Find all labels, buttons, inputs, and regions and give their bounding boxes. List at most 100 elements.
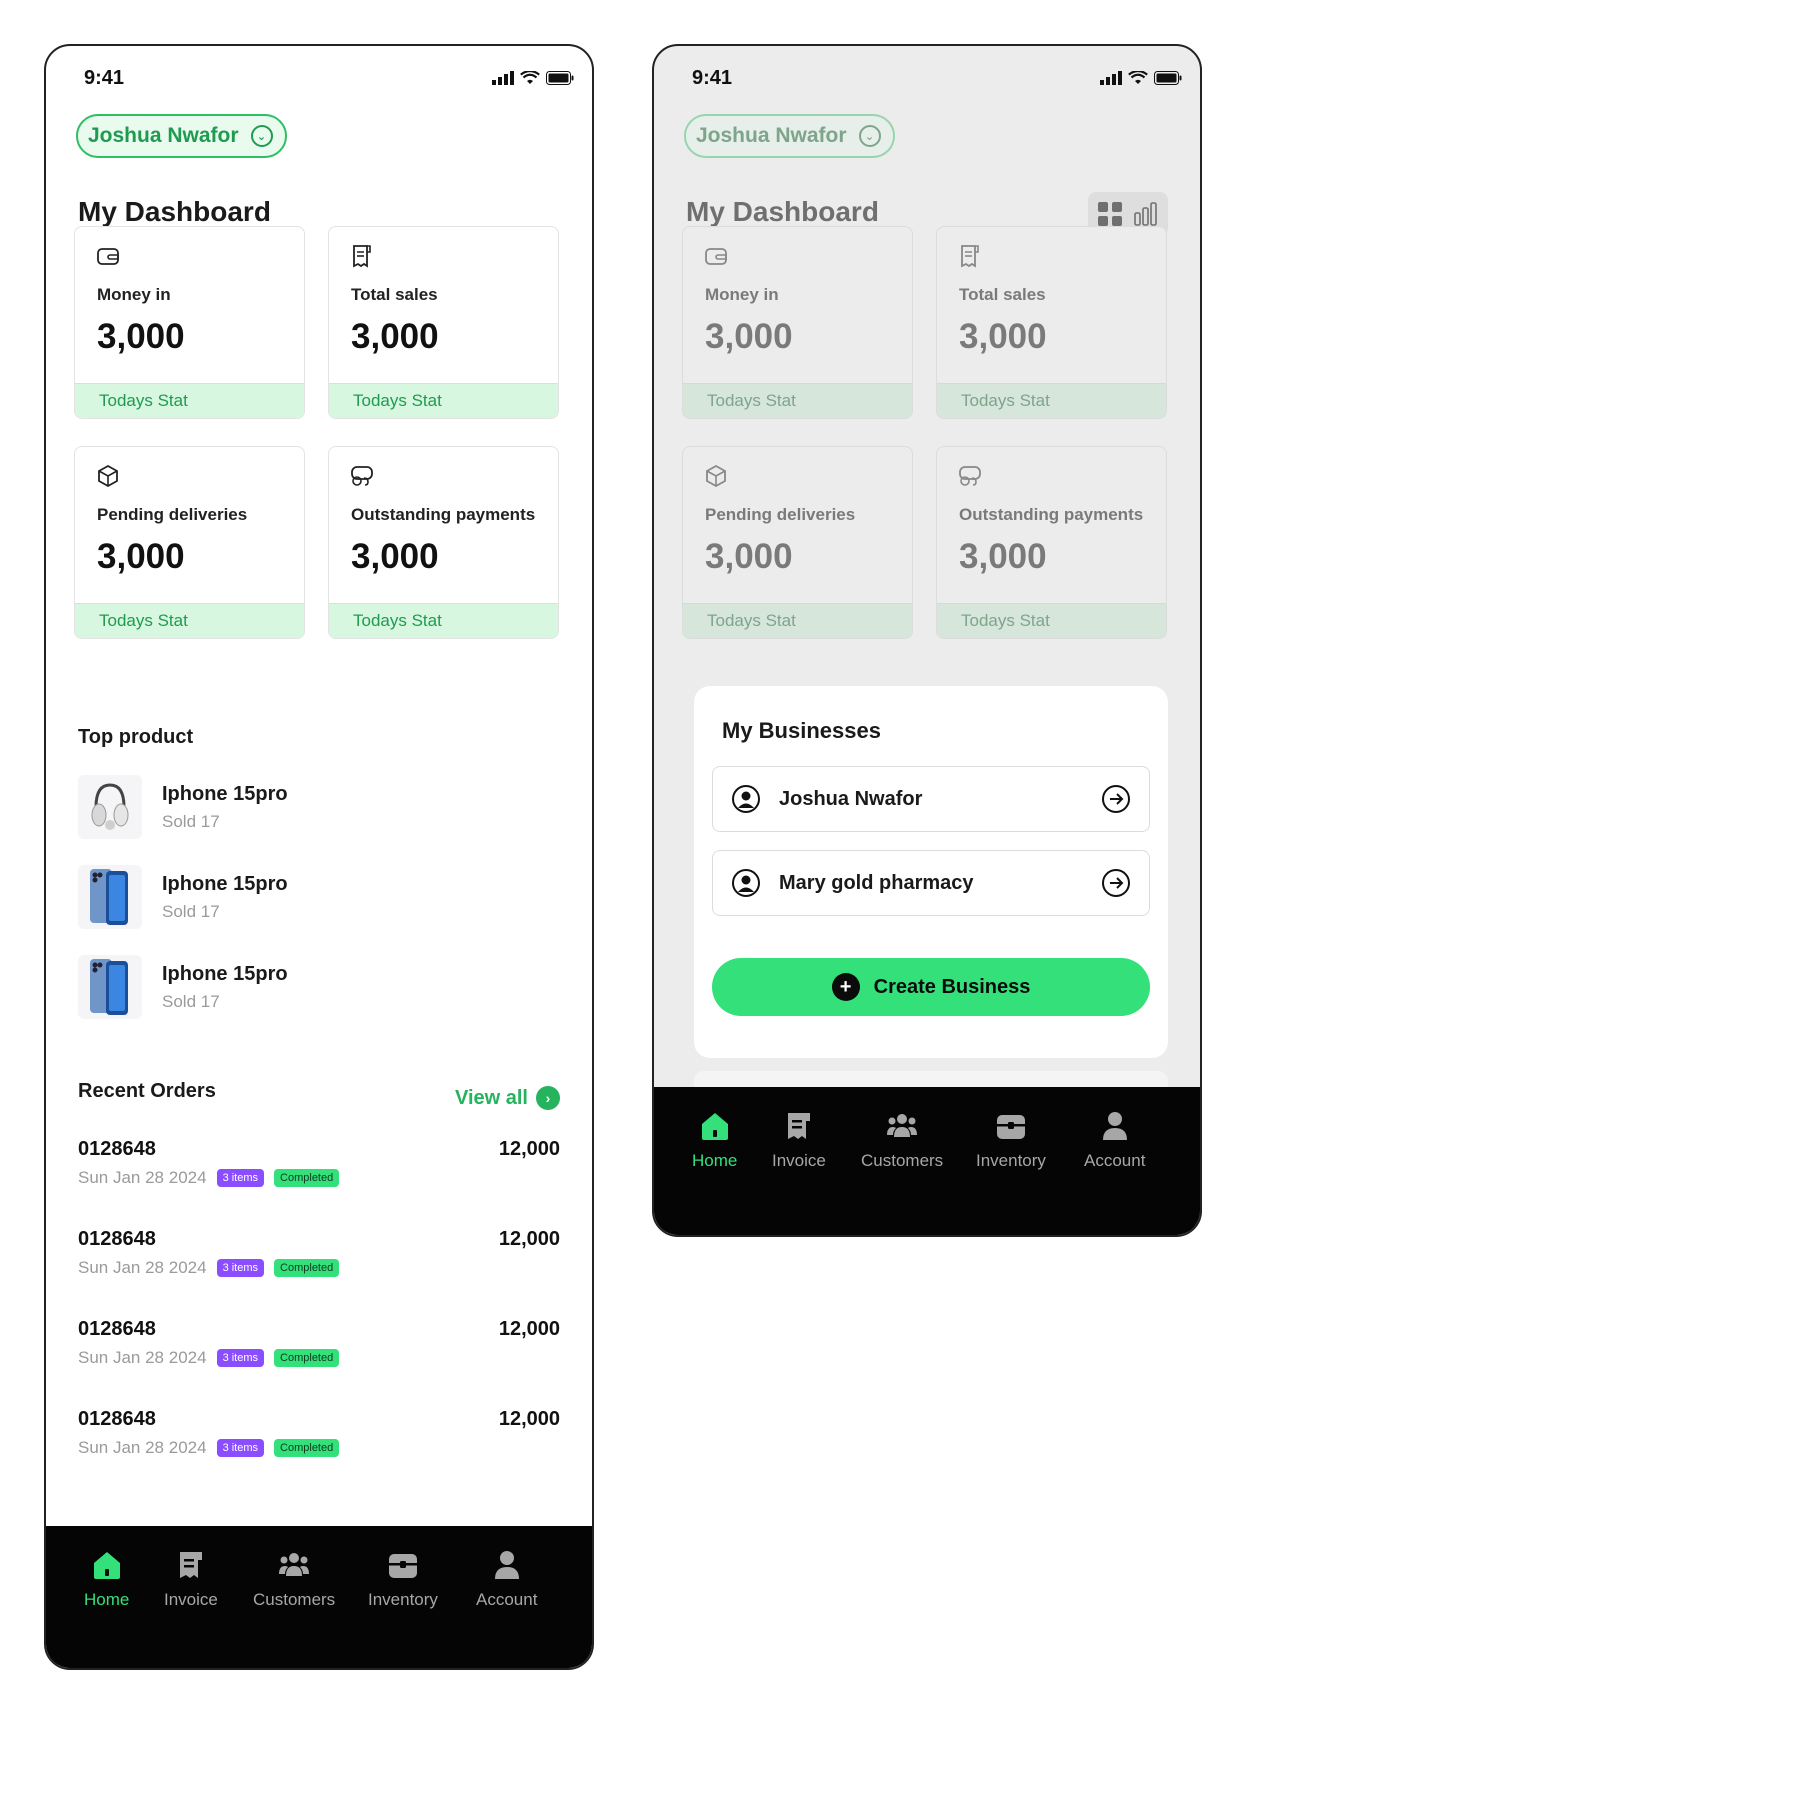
chevron-right-icon: › xyxy=(536,1086,560,1110)
bar-chart-icon[interactable] xyxy=(1133,201,1159,227)
tab-inventory[interactable]: Inventory xyxy=(368,1548,438,1610)
stat-value: 3,000 xyxy=(97,537,185,576)
top-product-title: Top product xyxy=(78,726,194,748)
chevron-down-icon: ⌄ xyxy=(250,125,273,147)
stat-footer: Todays Stat xyxy=(329,603,558,638)
box-icon xyxy=(706,464,726,488)
grid-view-icon[interactable] xyxy=(1097,201,1123,227)
order-row[interactable]: 0128648 12,000 Sun Jan 28 2024 3 items C… xyxy=(78,1138,560,1198)
tab-customers[interactable]: Customers xyxy=(253,1548,335,1610)
stat-card-total-sales[interactable]: Total sales 3,000 Todays Stat xyxy=(936,226,1167,419)
businesses-sheet: My Businesses Joshua Nwafor Mary gold ph… xyxy=(694,686,1168,1058)
customers-icon xyxy=(887,1114,918,1137)
order-row[interactable]: 0128648 12,000 Sun Jan 28 2024 3 items C… xyxy=(78,1228,560,1288)
wifi-icon xyxy=(1128,71,1148,84)
coins-icon xyxy=(959,466,981,486)
business-item[interactable]: Mary gold pharmacy xyxy=(712,850,1150,916)
tab-customers[interactable]: Customers xyxy=(861,1109,943,1171)
order-amount: 12,000 xyxy=(498,1408,560,1430)
headphones-image xyxy=(91,783,129,830)
stat-footer: Todays Stat xyxy=(683,383,912,418)
stat-label: Outstanding payments xyxy=(959,505,1144,524)
stat-value: 3,000 xyxy=(959,537,1047,576)
status-badge: Completed xyxy=(274,1259,340,1277)
product-thumbnail xyxy=(78,775,142,839)
customers-icon xyxy=(279,1553,310,1576)
stat-footer: Todays Stat xyxy=(329,383,558,418)
stat-card-pending-deliveries[interactable]: Pending deliveries 3,000 Todays Stat xyxy=(682,446,913,639)
phone-screen-business-switcher: 9:41 Joshua Nwafor ⌄ My Dashboard Money … xyxy=(652,44,1202,1237)
bottom-tab-bar: Home Invoice Customers Inventory Account xyxy=(654,1087,1200,1235)
stat-label: Money in xyxy=(97,285,171,304)
product-sold: Sold 17 xyxy=(162,901,220,921)
product-thumbnail xyxy=(78,865,142,929)
page-title: My Dashboard xyxy=(78,196,271,227)
product-name: Iphone 15pro xyxy=(162,782,288,805)
user-switcher[interactable]: Joshua Nwafor ⌄ xyxy=(76,114,287,158)
user-name: Joshua Nwafor xyxy=(696,124,847,147)
items-count-badge: 3 items xyxy=(216,1169,265,1187)
arrow-right-circle-icon xyxy=(1102,869,1130,897)
account-icon xyxy=(494,1551,519,1579)
business-name: Mary gold pharmacy xyxy=(779,871,974,894)
tab-label: Invoice xyxy=(772,1151,826,1170)
order-date: Sun Jan 28 2024 xyxy=(78,1168,207,1187)
phone-screen-dashboard: 9:41 Joshua Nwafor ⌄ My Dashboard Money … xyxy=(44,44,594,1670)
order-amount: 12,000 xyxy=(498,1138,560,1160)
stat-footer: Todays Stat xyxy=(937,603,1166,638)
arrow-right-circle-icon xyxy=(1102,785,1130,813)
create-business-button[interactable]: + Create Business xyxy=(712,958,1150,1016)
user-circle-icon xyxy=(732,869,760,897)
order-date: Sun Jan 28 2024 xyxy=(78,1438,207,1457)
stat-label: Total sales xyxy=(959,285,1046,304)
tab-invoice[interactable]: Invoice xyxy=(772,1109,826,1171)
invoice-icon xyxy=(787,1113,810,1139)
tab-home[interactable]: Home xyxy=(692,1109,737,1171)
create-business-label: Create Business xyxy=(873,975,1031,998)
product-name: Iphone 15pro xyxy=(162,962,288,985)
order-row[interactable]: 0128648 12,000 Sun Jan 28 2024 3 items C… xyxy=(78,1318,560,1378)
status-bar: 9:41 xyxy=(692,60,1182,96)
tab-label: Home xyxy=(84,1590,130,1609)
coins-icon xyxy=(351,466,373,486)
stat-value: 3,000 xyxy=(959,317,1047,356)
wallet-icon xyxy=(97,248,119,265)
business-item[interactable]: Joshua Nwafor xyxy=(712,766,1150,832)
tab-label: Customers xyxy=(861,1151,944,1170)
tab-account[interactable]: Account xyxy=(476,1548,537,1610)
bottom-tab-bar: Home Invoice Customers Inventory Account xyxy=(46,1526,592,1668)
stat-card-money-in[interactable]: Money in 3,000 Todays Stat xyxy=(74,226,305,419)
status-badge: Completed xyxy=(274,1439,340,1457)
stat-footer: Todays Stat xyxy=(75,603,304,638)
product-item[interactable]: Iphone 15pro Sold 17 xyxy=(78,864,288,930)
product-item[interactable]: Iphone 15pro Sold 17 xyxy=(78,954,288,1020)
stat-value: 3,000 xyxy=(705,537,793,576)
tab-invoice[interactable]: Invoice xyxy=(164,1548,218,1610)
stat-card-outstanding-payments[interactable]: Outstanding payments 3,000 Todays Stat xyxy=(328,446,559,639)
tab-inventory[interactable]: Inventory xyxy=(976,1109,1046,1171)
stat-card-outstanding-payments[interactable]: Outstanding payments 3,000 Todays Stat xyxy=(936,446,1167,639)
view-all-link[interactable]: View all › xyxy=(455,1086,560,1110)
stat-card-money-in[interactable]: Money in 3,000 Todays Stat xyxy=(682,226,913,419)
sheet-title: My Businesses xyxy=(722,718,881,743)
plus-icon: + xyxy=(831,973,860,1001)
stat-card-total-sales[interactable]: Total sales 3,000 Todays Stat xyxy=(328,226,559,419)
stat-value: 3,000 xyxy=(351,537,439,576)
stat-value: 3,000 xyxy=(97,317,185,356)
invoice-icon xyxy=(179,1552,202,1578)
product-item[interactable]: Iphone 15pro Sold 17 xyxy=(78,774,288,840)
tab-label: Inventory xyxy=(368,1590,438,1609)
tab-home[interactable]: Home xyxy=(84,1548,129,1610)
tab-account[interactable]: Account xyxy=(1084,1109,1145,1171)
order-id: 0128648 xyxy=(78,1228,156,1250)
account-icon xyxy=(1102,1112,1127,1140)
user-switcher[interactable]: Joshua Nwafor ⌄ xyxy=(684,114,895,158)
stat-card-pending-deliveries[interactable]: Pending deliveries 3,000 Todays Stat xyxy=(74,446,305,639)
stat-value: 3,000 xyxy=(705,317,793,356)
product-name: Iphone 15pro xyxy=(162,872,288,895)
stat-label: Total sales xyxy=(351,285,438,304)
tab-label: Account xyxy=(476,1590,538,1609)
receipt-icon xyxy=(353,245,371,268)
order-id: 0128648 xyxy=(78,1138,156,1160)
order-row[interactable]: 0128648 12,000 Sun Jan 28 2024 3 items C… xyxy=(78,1408,560,1468)
